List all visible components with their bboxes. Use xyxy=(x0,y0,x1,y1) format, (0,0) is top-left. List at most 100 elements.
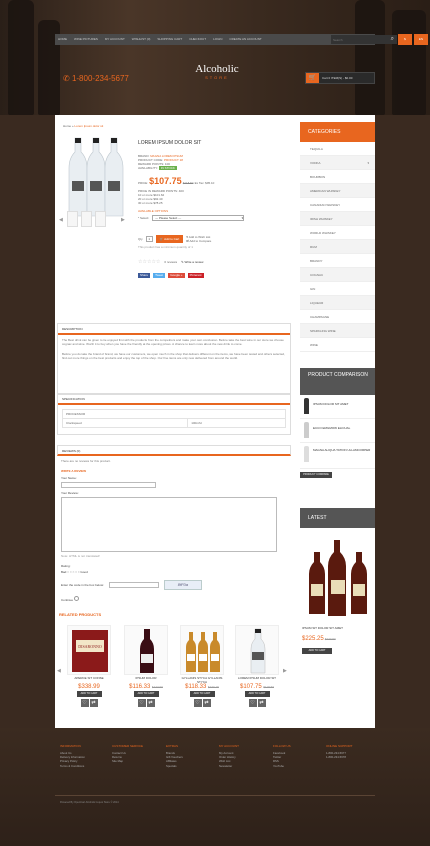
related-product-name[interactable]: LOREM IPSUM DOLOR SIT xyxy=(235,676,279,684)
related-product-image[interactable]: DISARONNO xyxy=(67,625,111,675)
add-to-cart-button[interactable]: ADD TO CART xyxy=(244,691,270,697)
compare-item-name[interactable]: IPSUM DOLOR SIT AMET xyxy=(313,402,373,407)
latest-product-image[interactable] xyxy=(304,532,371,618)
category-item[interactable]: WORLD WHISKEY xyxy=(300,226,375,240)
category-item[interactable]: GIN xyxy=(300,282,375,296)
related-product-image[interactable] xyxy=(180,625,224,675)
thumb-prev-arrow[interactable]: ◀ xyxy=(59,217,63,223)
specification-tab[interactable]: SPECIFICATION xyxy=(58,394,290,405)
footer-link[interactable]: 1-800-234-5678 xyxy=(326,755,376,759)
compare-icon[interactable]: ⇄ xyxy=(146,699,155,707)
compare-icon[interactable]: ⇄ xyxy=(89,699,98,707)
compare-icon[interactable]: ⇄ xyxy=(202,699,211,707)
related-product-name[interactable]: GYLLANIS STYCA GYLLANIS STYCA xyxy=(180,676,224,684)
category-item[interactable]: CANADIAN WHISKEY xyxy=(300,198,375,212)
category-item[interactable]: BOURBON xyxy=(300,170,375,184)
category-item[interactable]: LIQUEUR xyxy=(300,296,375,310)
related-product-price: $118.33 xyxy=(185,684,207,690)
product-compare-button[interactable]: PRODUCT COMPARE xyxy=(300,472,332,478)
cart-button[interactable]: 🛒 Cart 0 ITEM(S) - $0.00 xyxy=(305,72,375,84)
add-to-cart-button[interactable]: 🛒 Add to Cart xyxy=(155,235,184,243)
related-prev-arrow[interactable]: ◀ xyxy=(57,668,61,674)
product-thumbnail[interactable] xyxy=(95,211,106,227)
currency-button[interactable]: $ xyxy=(398,34,412,45)
footer-link[interactable]: Terms & Conditions xyxy=(60,764,110,768)
category-item[interactable]: BRANDY xyxy=(300,254,375,268)
related-next-arrow[interactable]: ▶ xyxy=(283,668,287,674)
related-product[interactable]: DISARONNO APERCE SIT CONSE $338.99 ADD T… xyxy=(67,625,111,707)
heart-icon[interactable]: ♡ xyxy=(193,699,202,707)
related-product[interactable]: IPSUM DOLOR $116.33 $127.99 ADD TO CART … xyxy=(124,625,168,707)
reviews-tab[interactable]: REVIEWS (0) xyxy=(57,445,291,456)
top-nav-link[interactable]: Login xyxy=(213,37,222,41)
top-nav-link[interactable]: Home xyxy=(58,37,67,41)
add-to-compare-link[interactable]: ⇄ Add to Compare xyxy=(186,239,211,243)
option-select[interactable]: --- Please Select --- ▾ xyxy=(152,215,245,221)
heart-icon[interactable]: ♡ xyxy=(248,699,257,707)
footer-link[interactable]: Newsletter xyxy=(219,764,269,768)
top-nav-link[interactable]: My Account xyxy=(105,37,125,41)
language-button[interactable]: EN xyxy=(414,34,428,45)
footer-link[interactable]: Site Map xyxy=(112,759,162,763)
related-product-old-price: $127.99 xyxy=(152,685,163,689)
related-product[interactable]: GYLLANIS STYCA GYLLANIS STYCA $118.33 $1… xyxy=(180,625,224,707)
heart-icon[interactable]: ♡ xyxy=(137,699,146,707)
twitter-share-button[interactable]: Tweet xyxy=(153,273,166,278)
pinterest-share-button[interactable]: Pinterest xyxy=(187,273,204,278)
compare-item[interactable]: ECCO EMGMOW ELICUAL xyxy=(300,419,375,443)
compare-icon[interactable]: ⇄ xyxy=(257,699,266,707)
category-item[interactable]: VODKA ▾ xyxy=(300,156,375,170)
breadcrumb-current[interactable]: Lorem Ipsum dolor sit xyxy=(74,124,103,128)
product-thumbnail[interactable] xyxy=(81,211,92,227)
continue-button[interactable]: Continue xyxy=(61,596,287,602)
facebook-share-button[interactable]: Share xyxy=(138,273,151,278)
search-icon[interactable]: ⌕ xyxy=(391,36,394,43)
breadcrumb-home[interactable]: Home xyxy=(63,124,71,128)
category-item[interactable]: IRISH WHISKEY xyxy=(300,212,375,226)
rating-radios[interactable]: Bad ○ ○ ○ ○ ○ Good xyxy=(61,570,287,574)
reviews-count[interactable]: 0 reviews xyxy=(164,260,177,264)
compare-item-name[interactable]: MAGNA ALIQUA TATION ULLAMCORPER xyxy=(313,448,373,453)
top-nav-link[interactable]: Wine Pictures xyxy=(74,37,98,41)
compare-item[interactable]: IPSUM DOLOR SIT AMET xyxy=(300,395,375,419)
compare-item[interactable]: MAGNA ALIQUA TATION ULLAMCORPER xyxy=(300,443,375,469)
top-nav-link[interactable]: Shopping Cart xyxy=(157,37,182,41)
top-nav-link[interactable]: Wishlist (0) xyxy=(132,37,151,41)
latest-product-old-price: $270.50 xyxy=(324,637,336,641)
add-to-cart-button[interactable]: ADD TO CART xyxy=(302,648,332,654)
category-item[interactable]: SPARKLING WINE xyxy=(300,324,375,338)
category-item[interactable]: TEQUILA xyxy=(300,142,375,156)
add-to-cart-button[interactable]: ADD TO CART xyxy=(189,691,215,697)
related-product-image[interactable] xyxy=(124,625,168,675)
captcha-input[interactable] xyxy=(108,582,159,588)
category-item[interactable]: WINE xyxy=(300,338,375,352)
logo[interactable]: Alcoholic STORE xyxy=(172,63,262,80)
top-nav-link[interactable]: Create an Account xyxy=(229,37,261,41)
category-item[interactable]: COGNAC xyxy=(300,268,375,282)
category-item[interactable]: CHAMPAGNE xyxy=(300,310,375,324)
thumb-next-arrow[interactable]: ▶ xyxy=(121,217,125,223)
write-review-link[interactable]: ✎ Write a review xyxy=(181,260,203,264)
latest-product-name[interactable]: IPSUM SIT DOLOR SIT AMET xyxy=(302,626,343,630)
search-input[interactable] xyxy=(333,36,383,43)
related-product[interactable]: LOREM IPSUM DOLOR SIT $107.75 $118.50 AD… xyxy=(235,625,279,707)
category-item[interactable]: RUM xyxy=(300,240,375,254)
related-product-image[interactable] xyxy=(235,625,279,675)
description-tab[interactable]: DESCRIPTION xyxy=(58,324,290,335)
product-main-image[interactable] xyxy=(67,136,125,221)
top-nav-link[interactable]: Checkout xyxy=(189,37,206,41)
footer-link[interactable]: YouTube xyxy=(273,764,323,768)
review-textarea[interactable] xyxy=(61,497,277,552)
category-item[interactable]: AMERICAN WHISKEY xyxy=(300,184,375,198)
compare-item-name[interactable]: ECCO EMGMOW ELICUAL xyxy=(313,426,373,431)
related-product-name[interactable]: IPSUM DOLOR xyxy=(124,676,168,684)
quantity-input[interactable]: 1 xyxy=(145,236,153,242)
footer-link[interactable]: Specials xyxy=(166,764,216,768)
add-to-cart-button[interactable]: ADD TO CART xyxy=(133,691,159,697)
heart-icon[interactable]: ♡ xyxy=(80,699,89,707)
google-share-button[interactable]: Google + xyxy=(168,273,185,278)
product-thumbnail[interactable] xyxy=(67,211,78,227)
review-name-input[interactable] xyxy=(61,482,156,488)
add-to-cart-button[interactable]: ADD TO CART xyxy=(76,691,102,697)
related-product-name[interactable]: APERCE SIT CONSE xyxy=(67,676,111,684)
